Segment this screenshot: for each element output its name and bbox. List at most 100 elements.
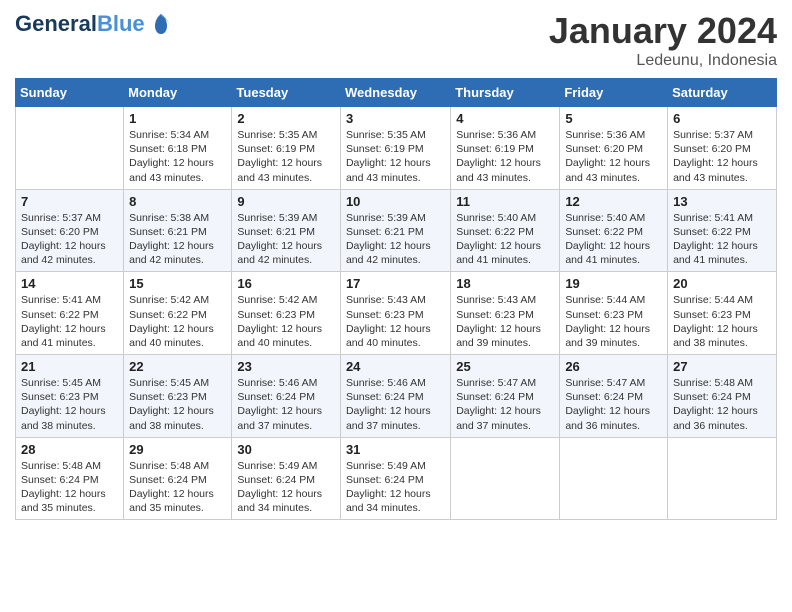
calendar-week-row: 21Sunrise: 5:45 AMSunset: 6:23 PMDayligh…: [16, 355, 777, 438]
calendar-table: SundayMondayTuesdayWednesdayThursdayFrid…: [15, 78, 777, 520]
calendar-cell: 31 Sunrise: 5:49 AMSunset: 6:24 PMDayligh…: [340, 437, 450, 520]
calendar-week-row: 28 Sunrise: 5:48 AMSunset: 6:24 PMDayligh…: [16, 437, 777, 520]
calendar-cell: 14Sunrise: 5:41 AMSunset: 6:22 PMDayligh…: [16, 272, 124, 355]
day-number: 13: [673, 194, 771, 209]
day-info: Sunrise: 5:48 AMSunset: 6:24 PMDaylight:…: [21, 459, 118, 516]
header-row: SundayMondayTuesdayWednesdayThursdayFrid…: [16, 79, 777, 107]
day-number: 31: [346, 442, 445, 457]
day-number: 5: [565, 111, 662, 126]
day-info: Sunrise: 5:48 AMSunset: 6:24 PMDaylight:…: [673, 376, 771, 433]
day-number: 8: [129, 194, 226, 209]
day-number: 18: [456, 276, 554, 291]
calendar-cell: 22 Sunrise: 5:45 AMSunset: 6:23 PMDayligh…: [124, 355, 232, 438]
header-cell-monday: Monday: [124, 79, 232, 107]
calendar-cell: 28 Sunrise: 5:48 AMSunset: 6:24 PMDayligh…: [16, 437, 124, 520]
day-number: 7: [21, 194, 118, 209]
header-cell-tuesday: Tuesday: [232, 79, 341, 107]
calendar-cell: 12 Sunrise: 5:40 AMSunset: 6:22 PMDayligh…: [560, 189, 668, 272]
day-info: Sunrise: 5:42 AMSunset: 6:23 PMDaylight:…: [237, 293, 335, 350]
day-info: Sunrise: 5:43 AMSunset: 6:23 PMDaylight:…: [456, 293, 554, 350]
day-number: 2: [237, 111, 335, 126]
calendar-cell: 5 Sunrise: 5:36 AMSunset: 6:20 PMDaylight…: [560, 107, 668, 190]
calendar-cell: 15Sunrise: 5:42 AMSunset: 6:22 PMDayligh…: [124, 272, 232, 355]
day-info: Sunrise: 5:46 AMSunset: 6:24 PMDaylight:…: [237, 376, 335, 433]
day-info: Sunrise: 5:38 AMSunset: 6:21 PMDaylight:…: [129, 211, 226, 268]
calendar-cell: 29 Sunrise: 5:48 AMSunset: 6:24 PMDayligh…: [124, 437, 232, 520]
calendar-week-row: 1Sunrise: 5:34 AMSunset: 6:18 PMDaylight…: [16, 107, 777, 190]
day-number: 9: [237, 194, 335, 209]
day-info: Sunrise: 5:46 AMSunset: 6:24 PMDaylight:…: [346, 376, 445, 433]
calendar-cell: 9 Sunrise: 5:39 AMSunset: 6:21 PMDaylight…: [232, 189, 341, 272]
calendar-body: 1Sunrise: 5:34 AMSunset: 6:18 PMDaylight…: [16, 107, 777, 520]
calendar-cell: 21Sunrise: 5:45 AMSunset: 6:23 PMDayligh…: [16, 355, 124, 438]
day-info: Sunrise: 5:44 AMSunset: 6:23 PMDaylight:…: [673, 293, 771, 350]
day-number: 28: [21, 442, 118, 457]
calendar-cell: 7 Sunrise: 5:37 AMSunset: 6:20 PMDaylight…: [16, 189, 124, 272]
calendar-cell: 1Sunrise: 5:34 AMSunset: 6:18 PMDaylight…: [124, 107, 232, 190]
header-cell-saturday: Saturday: [668, 79, 777, 107]
header-cell-thursday: Thursday: [451, 79, 560, 107]
day-info: Sunrise: 5:49 AMSunset: 6:24 PMDaylight:…: [237, 459, 335, 516]
day-number: 22: [129, 359, 226, 374]
location-title: Ledeunu, Indonesia: [549, 52, 777, 70]
day-number: 19: [565, 276, 662, 291]
calendar-cell: 2Sunrise: 5:35 AMSunset: 6:19 PMDaylight…: [232, 107, 341, 190]
day-number: 4: [456, 111, 554, 126]
day-info: Sunrise: 5:35 AMSunset: 6:19 PMDaylight:…: [346, 128, 445, 185]
day-number: 12: [565, 194, 662, 209]
day-info: Sunrise: 5:45 AMSunset: 6:23 PMDaylight:…: [129, 376, 226, 433]
page-header: GeneralBlue January 2024 Ledeunu, Indone…: [15, 10, 777, 70]
calendar-cell: 24 Sunrise: 5:46 AMSunset: 6:24 PMDayligh…: [340, 355, 450, 438]
calendar-cell: 4Sunrise: 5:36 AMSunset: 6:19 PMDaylight…: [451, 107, 560, 190]
day-info: Sunrise: 5:49 AMSunset: 6:24 PMDaylight:…: [346, 459, 445, 516]
day-info: Sunrise: 5:37 AMSunset: 6:20 PMDaylight:…: [21, 211, 118, 268]
day-info: Sunrise: 5:42 AMSunset: 6:22 PMDaylight:…: [129, 293, 226, 350]
day-info: Sunrise: 5:44 AMSunset: 6:23 PMDaylight:…: [565, 293, 662, 350]
calendar-cell: [16, 107, 124, 190]
calendar-cell: 19 Sunrise: 5:44 AMSunset: 6:23 PMDayligh…: [560, 272, 668, 355]
day-number: 1: [129, 111, 226, 126]
day-info: Sunrise: 5:45 AMSunset: 6:23 PMDaylight:…: [21, 376, 118, 433]
day-number: 6: [673, 111, 771, 126]
calendar-cell: 25Sunrise: 5:47 AMSunset: 6:24 PMDayligh…: [451, 355, 560, 438]
month-title: January 2024: [549, 10, 777, 52]
calendar-cell: 17 Sunrise: 5:43 AMSunset: 6:23 PMDayligh…: [340, 272, 450, 355]
calendar-cell: [668, 437, 777, 520]
day-info: Sunrise: 5:47 AMSunset: 6:24 PMDaylight:…: [565, 376, 662, 433]
day-info: Sunrise: 5:43 AMSunset: 6:23 PMDaylight:…: [346, 293, 445, 350]
day-number: 10: [346, 194, 445, 209]
day-number: 30: [237, 442, 335, 457]
day-number: 11: [456, 194, 554, 209]
calendar-cell: 13Sunrise: 5:41 AMSunset: 6:22 PMDayligh…: [668, 189, 777, 272]
day-info: Sunrise: 5:36 AMSunset: 6:20 PMDaylight:…: [565, 128, 662, 185]
day-info: Sunrise: 5:37 AMSunset: 6:20 PMDaylight:…: [673, 128, 771, 185]
day-number: 17: [346, 276, 445, 291]
calendar-cell: [451, 437, 560, 520]
logo: GeneralBlue: [15, 10, 175, 38]
day-info: Sunrise: 5:39 AMSunset: 6:21 PMDaylight:…: [237, 211, 335, 268]
calendar-cell: 27Sunrise: 5:48 AMSunset: 6:24 PMDayligh…: [668, 355, 777, 438]
header-cell-friday: Friday: [560, 79, 668, 107]
calendar-header: SundayMondayTuesdayWednesdayThursdayFrid…: [16, 79, 777, 107]
logo-icon: [147, 10, 175, 38]
day-info: Sunrise: 5:39 AMSunset: 6:21 PMDaylight:…: [346, 211, 445, 268]
calendar-cell: 6 Sunrise: 5:37 AMSunset: 6:20 PMDaylight…: [668, 107, 777, 190]
day-number: 3: [346, 111, 445, 126]
day-number: 25: [456, 359, 554, 374]
day-number: 29: [129, 442, 226, 457]
calendar-cell: 30 Sunrise: 5:49 AMSunset: 6:24 PMDayligh…: [232, 437, 341, 520]
day-number: 14: [21, 276, 118, 291]
day-number: 20: [673, 276, 771, 291]
day-info: Sunrise: 5:40 AMSunset: 6:22 PMDaylight:…: [565, 211, 662, 268]
title-block: January 2024 Ledeunu, Indonesia: [549, 10, 777, 70]
day-number: 16: [237, 276, 335, 291]
day-number: 24: [346, 359, 445, 374]
logo-text: GeneralBlue: [15, 12, 145, 36]
calendar-cell: 18 Sunrise: 5:43 AMSunset: 6:23 PMDayligh…: [451, 272, 560, 355]
day-info: Sunrise: 5:48 AMSunset: 6:24 PMDaylight:…: [129, 459, 226, 516]
calendar-cell: [560, 437, 668, 520]
calendar-cell: 26Sunrise: 5:47 AMSunset: 6:24 PMDayligh…: [560, 355, 668, 438]
calendar-cell: 11Sunrise: 5:40 AMSunset: 6:22 PMDayligh…: [451, 189, 560, 272]
calendar-cell: 16 Sunrise: 5:42 AMSunset: 6:23 PMDayligh…: [232, 272, 341, 355]
calendar-week-row: 7 Sunrise: 5:37 AMSunset: 6:20 PMDaylight…: [16, 189, 777, 272]
